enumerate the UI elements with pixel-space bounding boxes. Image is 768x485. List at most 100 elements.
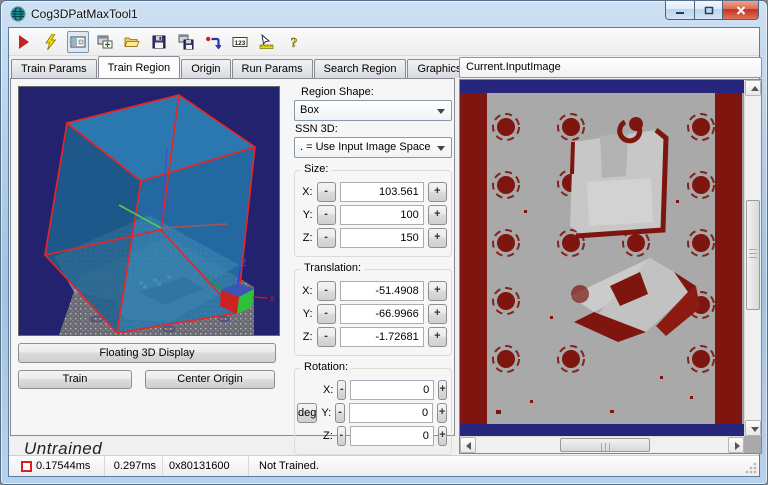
floating-3d-display-button[interactable]: Floating 3D Display — [18, 343, 276, 363]
size-x-input[interactable] — [339, 182, 424, 202]
scroll-up-button[interactable] — [745, 80, 761, 96]
rotation-z-row: Z: - + — [297, 426, 447, 446]
horizontal-scroll-thumb[interactable] — [560, 438, 650, 452]
rotation-z-label: Z: — [323, 430, 333, 442]
close-icon — [736, 5, 745, 15]
maximize-icon — [704, 6, 713, 14]
deg-button[interactable]: deg — [297, 403, 318, 423]
size-x-increment-button[interactable]: + — [427, 182, 447, 202]
translation-z-decrement-button[interactable]: - — [316, 327, 336, 347]
pointer-ruler-icon — [259, 33, 274, 49]
arrow-right-icon — [735, 442, 740, 450]
close-button[interactable] — [723, 1, 759, 20]
run-button[interactable] — [13, 31, 35, 53]
show-display-button[interactable] — [67, 30, 89, 53]
translation-y-increment-button[interactable]: + — [427, 304, 447, 324]
size-x-label: X: — [302, 186, 313, 198]
vertical-scrollbar[interactable] — [744, 80, 761, 436]
maximize-button[interactable] — [695, 1, 723, 20]
floating-display-button[interactable] — [94, 31, 116, 53]
center-origin-button[interactable]: Center Origin — [145, 370, 275, 389]
size-z-row: Z: - + — [297, 228, 447, 248]
save-image-button[interactable] — [175, 31, 197, 53]
rotation-x-increment-button[interactable]: + — [438, 380, 447, 400]
rotation-legend: Rotation: — [301, 361, 352, 373]
translation-z-label: Z: — [302, 331, 313, 343]
reset-button[interactable] — [202, 31, 224, 53]
tab-train-params[interactable]: Train Params — [11, 59, 97, 78]
ssn3d-dropdown[interactable]: . = Use Input Image Space — [294, 137, 452, 158]
help-question-icon: ? — [290, 35, 298, 49]
size-z-label: Z: — [302, 232, 313, 244]
train-button[interactable]: Train — [18, 370, 132, 389]
size-y-decrement-button[interactable]: - — [316, 205, 336, 225]
translation-legend: Translation: — [301, 262, 365, 274]
translation-z-increment-button[interactable]: + — [427, 327, 447, 347]
tab-run-params[interactable]: Run Params — [231, 59, 313, 78]
translation-z-row: Z: - + — [297, 327, 447, 347]
save-file-button[interactable] — [148, 31, 170, 53]
translation-y-input[interactable] — [339, 304, 424, 324]
tab-train-region[interactable]: Train Region — [97, 56, 181, 78]
rotation-group: Rotation: X: - + deg Y: - + — [294, 361, 452, 455]
numeric-results-button[interactable]: 123 — [229, 31, 251, 53]
size-z-increment-button[interactable]: + — [427, 228, 447, 248]
horizontal-scrollbar[interactable] — [460, 436, 744, 453]
tab-origin[interactable]: Origin — [181, 59, 231, 78]
region-form: Region Shape: Box SSN 3D: . = Use Input … — [294, 84, 452, 455]
rotation-z-input[interactable] — [349, 426, 434, 446]
translation-x-decrement-button[interactable]: - — [316, 281, 336, 301]
size-x-row: X: - + — [297, 182, 447, 202]
rotation-y-input[interactable] — [349, 403, 434, 423]
svg-text:X: X — [269, 294, 275, 304]
size-x-decrement-button[interactable]: - — [316, 182, 336, 202]
region-shape-dropdown[interactable]: Box — [294, 100, 452, 121]
train-region-tab-page: Z X Y Floating 3D Display Train Center O… — [10, 78, 455, 458]
size-z-input[interactable] — [339, 228, 424, 248]
help-button[interactable]: ? — [283, 31, 305, 53]
rotation-y-row: deg Y: - + — [297, 403, 447, 423]
status-exec-time: 0.17544ms — [9, 456, 105, 476]
input-image-view[interactable] — [460, 80, 744, 436]
translation-y-label: Y: — [302, 308, 313, 320]
status-bar: 0.17544ms 0.297ms 0x80131600 Not Trained… — [9, 455, 759, 476]
size-y-row: Y: - + — [297, 205, 447, 225]
size-y-input[interactable] — [339, 205, 424, 225]
size-z-decrement-button[interactable]: - — [316, 228, 336, 248]
minimize-icon — [676, 11, 684, 14]
open-file-button[interactable] — [121, 31, 143, 53]
rotation-y-increment-button[interactable]: + — [437, 403, 447, 423]
image-display-panel: Current.InputImage — [458, 56, 763, 454]
record-status-icon — [21, 460, 32, 472]
size-y-increment-button[interactable]: + — [427, 205, 447, 225]
train-state-label: Untrained — [24, 439, 103, 458]
scroll-down-button[interactable] — [745, 420, 761, 436]
svg-text:Z: Z — [241, 258, 247, 268]
tab-search-region[interactable]: Search Region — [313, 59, 407, 78]
rotation-z-decrement-button[interactable]: - — [336, 426, 346, 446]
rotation-x-input[interactable] — [350, 380, 435, 400]
status-message: Not Trained. — [259, 460, 319, 472]
region-shape-value: Box — [300, 104, 319, 116]
scroll-right-button[interactable] — [728, 437, 744, 453]
image-selector-dropdown[interactable]: Current.InputImage — [459, 57, 762, 78]
toolbar: 123 ? — [9, 28, 759, 56]
rotation-y-decrement-button[interactable]: - — [335, 403, 346, 423]
minimize-button[interactable] — [665, 1, 695, 20]
3d-viewport[interactable]: Z X Y — [18, 86, 280, 336]
vertical-scroll-thumb[interactable] — [746, 200, 760, 310]
rotation-z-increment-button[interactable]: + — [437, 426, 447, 446]
window-title: Cog3DPatMaxTool1 — [31, 7, 138, 21]
run-once-button[interactable] — [40, 31, 62, 53]
resize-grip[interactable] — [745, 462, 757, 474]
image-display — [459, 79, 762, 454]
translation-y-decrement-button[interactable]: - — [316, 304, 336, 324]
titlebar[interactable]: Cog3DPatMaxTool1 — [1, 1, 767, 27]
scroll-left-button[interactable] — [460, 437, 476, 453]
measure-button[interactable] — [256, 31, 278, 53]
translation-z-input[interactable] — [339, 327, 424, 347]
translation-x-increment-button[interactable]: + — [427, 281, 447, 301]
rotation-x-decrement-button[interactable]: - — [337, 380, 347, 400]
status-error-code: 0x80131600 — [163, 456, 249, 476]
translation-x-input[interactable] — [339, 281, 424, 301]
